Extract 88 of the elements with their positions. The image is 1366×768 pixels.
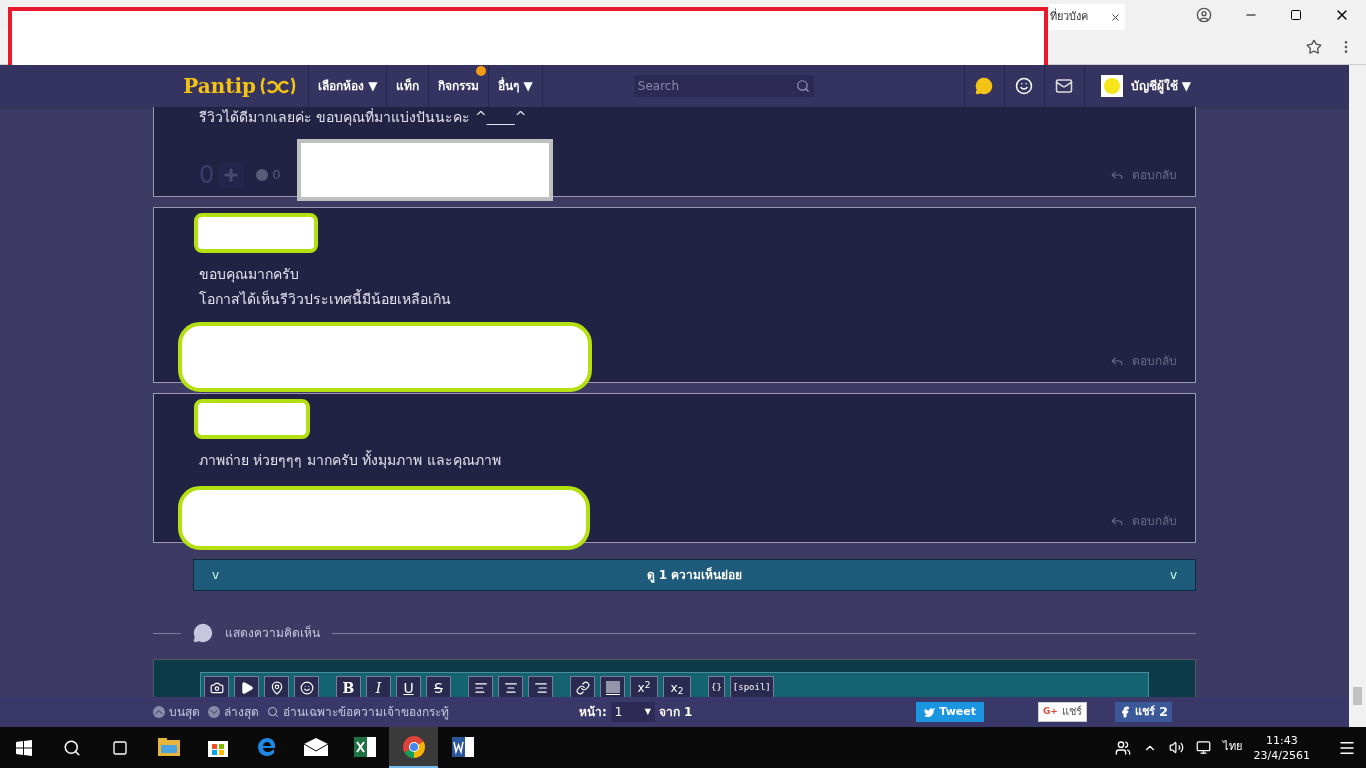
chevron-text: v	[212, 567, 220, 584]
script-button[interactable]: x$^{2}$	[630, 676, 658, 700]
chevron-text: v	[1169, 567, 1177, 584]
subcomments-bar[interactable]: v ดู 1 ความเห็นย่อย v	[193, 559, 1196, 591]
smiley-icon	[299, 681, 314, 695]
up-icon	[153, 706, 165, 718]
format-button[interactable]: U	[396, 676, 421, 700]
script-button[interactable]: x$_{2}$	[663, 676, 691, 700]
format-button[interactable]: {}	[708, 676, 725, 700]
browser-tab[interactable]: ที่ยวบังค	[1049, 4, 1125, 30]
document-icon	[451, 736, 474, 757]
format-button[interactable]: [spoil]	[729, 676, 774, 700]
share-count: 2	[1158, 703, 1168, 722]
section-heading: แสดงความคิดเห็น	[225, 624, 320, 642]
play-icon	[239, 681, 254, 695]
google-plus-icon: G+	[1043, 705, 1058, 719]
speech-bubble-icon	[975, 77, 994, 95]
scroll-bottom-link[interactable]: ล่างสุด	[208, 703, 259, 721]
link-button[interactable]	[570, 676, 595, 700]
page-select[interactable]: 1 ▼	[610, 702, 655, 722]
pin-icon	[269, 681, 284, 695]
taskbar-app[interactable]	[389, 727, 438, 768]
tab-title: ที่ยวบังค	[1050, 8, 1088, 25]
format-button[interactable]: S	[426, 676, 451, 700]
speaker-icon	[1168, 740, 1184, 755]
people-icon	[1114, 739, 1131, 756]
google-plus-share-button[interactable]: G+ แชร์	[1038, 702, 1087, 722]
facebook-share-button[interactable]: แชร์ 2	[1114, 702, 1172, 722]
align-right-button[interactable]	[528, 676, 553, 700]
subcomments-label: ดู 1 ความเห็นย่อย	[646, 566, 743, 584]
reply-icon	[1110, 168, 1124, 182]
align-center-icon	[503, 681, 518, 695]
scroll-top-link[interactable]: บนสุด	[153, 703, 200, 721]
down-icon	[208, 706, 220, 718]
search-field[interactable]: Search	[633, 75, 814, 97]
align-right-icon	[533, 681, 548, 695]
align-left-button[interactable]	[468, 676, 493, 700]
search-icon	[795, 79, 810, 93]
search-icon	[63, 738, 81, 757]
caret-icon: ▼	[644, 706, 651, 718]
page-total: จาก 1	[658, 704, 693, 721]
align-center-button[interactable]	[498, 676, 523, 700]
format-button[interactable]: I	[366, 676, 391, 700]
profile-icon	[1196, 7, 1212, 23]
chrome-icon	[402, 735, 425, 758]
scrollbar[interactable]	[1349, 65, 1366, 727]
image-button[interactable]	[204, 676, 229, 700]
bookmark-star-icon	[1306, 39, 1322, 55]
barcode-button[interactable]	[600, 676, 625, 700]
page-label: หน้า:	[579, 704, 607, 721]
format-button[interactable]: B	[336, 676, 361, 700]
avatar-icon	[1100, 75, 1123, 97]
map-button[interactable]	[264, 676, 289, 700]
link-icon	[575, 681, 590, 695]
search-input[interactable]: Search	[637, 77, 778, 95]
search-icon	[267, 706, 279, 718]
smiley-icon	[1015, 77, 1034, 95]
clock-date: 23/4/2561	[1253, 747, 1310, 763]
windows-icon[interactable]	[16, 739, 32, 756]
video-button[interactable]	[234, 676, 259, 700]
comment-text: โอกาสได้เห็นรีวิวประเทศนี้มีน้อยเหลือเกิน	[199, 288, 451, 309]
face-icon	[256, 169, 269, 181]
comment-text: ภาพถ่าย ห่วยๆๆๆ มากครับ ทั้งมุมภาพ และคุณภาพ	[199, 449, 501, 471]
emoji-button[interactable]	[294, 676, 319, 700]
camera-icon	[209, 681, 224, 695]
logo[interactable]: Pantip	[183, 71, 256, 101]
vertical-lines-icon	[605, 681, 620, 695]
owner-only-link[interactable]: อ่านเฉพาะข้อความเจ้าของกระทู้	[267, 703, 449, 721]
mail-icon	[1055, 77, 1074, 95]
restore-icon	[1290, 9, 1302, 21]
comment-text: รีวิวได้ดีมากเลยค่ะ ขอบคุณที่มาแบ่งปันนะคะ ^____^	[199, 107, 527, 128]
network-icon	[1195, 740, 1211, 755]
scrollbar-thumb[interactable]	[1353, 687, 1362, 705]
reply-icon	[1110, 514, 1124, 528]
clock-time: 11:43	[1265, 732, 1298, 748]
bird-icon	[924, 706, 936, 718]
logo-mark-icon	[260, 76, 296, 96]
spreadsheet-icon	[353, 736, 376, 757]
close-icon	[1110, 11, 1121, 23]
language-indicator[interactable]: ไทย	[1222, 739, 1242, 756]
edge-icon	[256, 736, 277, 757]
mail-icon	[303, 737, 328, 756]
plus-icon	[222, 166, 241, 184]
speech-bubble-icon	[193, 623, 213, 643]
comment-text: ขอบคุณมากครับ	[199, 265, 300, 285]
align-left-icon	[473, 681, 488, 695]
reply-icon	[1110, 354, 1124, 368]
folder-icon	[157, 737, 180, 756]
